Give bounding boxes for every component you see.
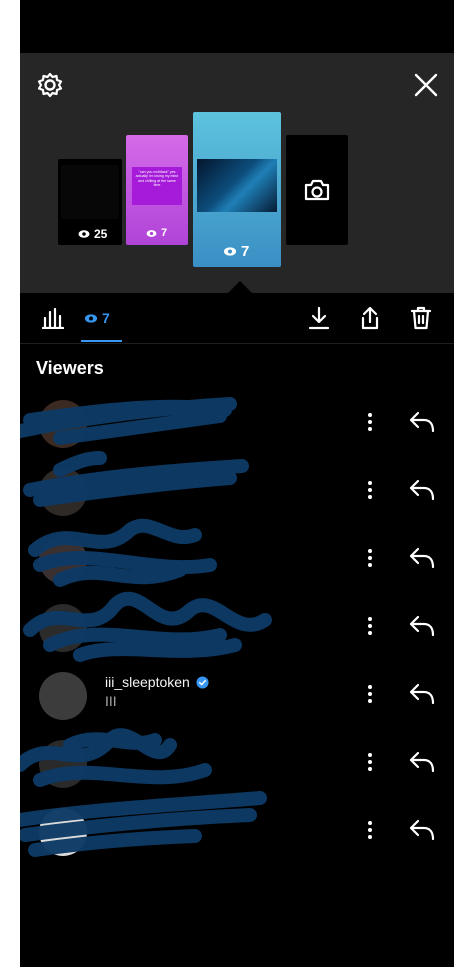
more-options-icon[interactable] <box>357 407 383 437</box>
camera-icon <box>304 179 330 201</box>
viewers-heading: Viewers <box>36 358 104 378</box>
more-options-icon[interactable] <box>357 679 383 709</box>
tab-viewers[interactable]: 7 <box>84 305 110 331</box>
more-options-icon[interactable] <box>357 475 383 505</box>
viewer-row[interactable] <box>20 592 454 660</box>
story-view-count: 7 <box>161 227 168 239</box>
avatar[interactable] <box>39 740 87 788</box>
active-tab-indicator <box>81 340 122 342</box>
verified-badge-icon <box>196 675 209 689</box>
avatar[interactable] <box>39 468 87 516</box>
viewer-row[interactable] <box>20 524 454 592</box>
reply-arrow-icon[interactable] <box>406 814 438 846</box>
bar-chart-icon[interactable] <box>40 305 66 331</box>
story-thumbnail[interactable]: 25 <box>58 159 122 245</box>
more-options-icon[interactable] <box>357 815 383 845</box>
viewer-row[interactable] <box>20 796 454 864</box>
viewer-subtitle: III <box>105 693 117 709</box>
selected-story-pointer <box>228 281 252 293</box>
story-view-count: 7 <box>241 243 250 260</box>
reply-arrow-icon[interactable] <box>406 610 438 642</box>
viewer-row[interactable]: iii_sleeptoken III <box>20 660 454 728</box>
story-quote-card: "can you multitask" yes actually i'm los… <box>132 167 182 205</box>
story-thumbnail[interactable]: "can you multitask" yes actually i'm los… <box>126 135 188 245</box>
download-icon[interactable] <box>306 304 332 332</box>
story-thumbnail-selected[interactable]: 7 <box>193 112 281 267</box>
close-icon[interactable] <box>410 69 442 101</box>
eye-icon <box>78 230 90 238</box>
story-video-preview <box>61 165 119 219</box>
viewers-count: 7 <box>102 310 110 326</box>
more-options-icon[interactable] <box>357 611 383 641</box>
gear-icon[interactable] <box>34 69 66 101</box>
eye-icon <box>223 247 237 256</box>
viewer-row[interactable] <box>20 728 454 796</box>
more-options-icon[interactable] <box>357 747 383 777</box>
story-viewers-screen: 25 "can you multitask" yes actually i'm … <box>20 0 454 967</box>
avatar[interactable] <box>39 536 87 584</box>
viewer-username[interactable]: iii_sleeptoken <box>105 674 209 690</box>
more-options-icon[interactable] <box>357 543 383 573</box>
reply-arrow-icon[interactable] <box>406 678 438 710</box>
eye-icon <box>84 313 98 323</box>
reply-arrow-icon[interactable] <box>406 474 438 506</box>
avatar[interactable] <box>39 672 87 720</box>
avatar[interactable] <box>39 604 87 652</box>
viewer-row[interactable] <box>20 456 454 524</box>
story-header: 25 "can you multitask" yes actually i'm … <box>20 53 454 293</box>
camera-add-story-button[interactable] <box>286 135 348 245</box>
avatar[interactable] <box>39 400 87 448</box>
viewer-username-text: iii_sleeptoken <box>105 674 190 690</box>
eye-icon <box>146 229 157 237</box>
story-photo-preview <box>197 159 277 212</box>
story-tabs: 7 <box>20 293 454 344</box>
viewer-row[interactable] <box>20 388 454 456</box>
reply-arrow-icon[interactable] <box>406 406 438 438</box>
reply-arrow-icon[interactable] <box>406 542 438 574</box>
avatar[interactable] <box>39 808 87 856</box>
trash-icon[interactable] <box>408 304 434 332</box>
story-view-count: 25 <box>94 227 108 241</box>
reply-arrow-icon[interactable] <box>406 746 438 778</box>
share-icon[interactable] <box>357 304 383 332</box>
